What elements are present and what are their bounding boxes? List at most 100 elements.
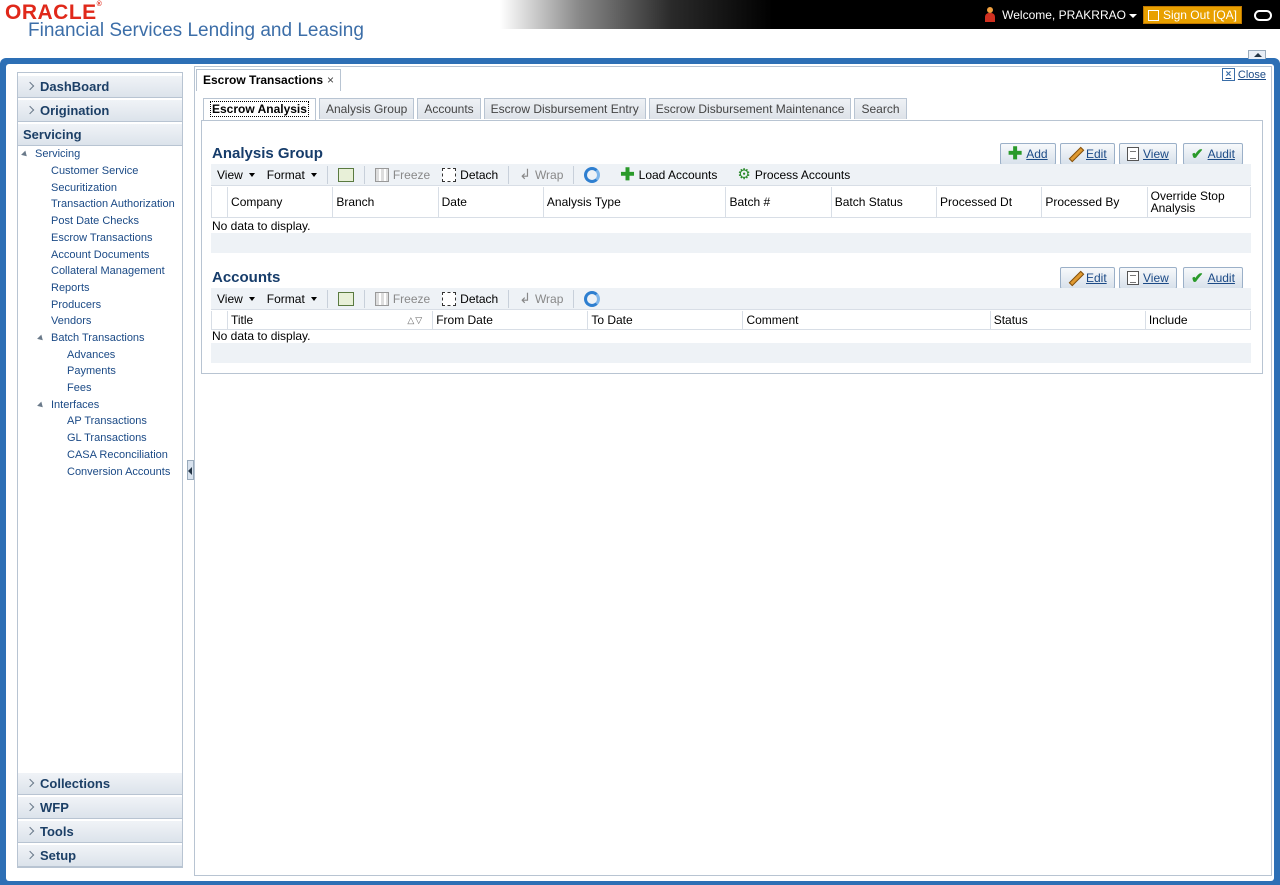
column-header-batch-number[interactable]: Batch # bbox=[725, 187, 832, 218]
accounts-edit-button[interactable]: Edit bbox=[1060, 267, 1115, 289]
column-header-analysis-type[interactable]: Analysis Type bbox=[542, 187, 726, 218]
column-header-branch[interactable]: Branch bbox=[332, 187, 439, 218]
column-header-comment[interactable]: Comment bbox=[742, 311, 991, 330]
tree-item-payments[interactable]: Payments bbox=[67, 365, 116, 377]
wrap-icon: ↲ bbox=[519, 290, 531, 306]
chevron-down-icon bbox=[310, 172, 317, 177]
accounts-audit-button[interactable]: ✔ Audit bbox=[1183, 267, 1243, 289]
column-header-processed-by[interactable]: Processed By bbox=[1041, 187, 1148, 218]
tree-item-fees[interactable]: Fees bbox=[67, 382, 91, 394]
refresh-icon bbox=[584, 166, 601, 183]
toolbar-divider bbox=[363, 289, 365, 308]
tree-item-vendors[interactable]: Vendors bbox=[51, 315, 91, 327]
toolbar-divider bbox=[363, 165, 365, 184]
nav-section-wfp[interactable]: WFP bbox=[18, 796, 182, 819]
format-menu[interactable]: Format bbox=[261, 168, 323, 182]
row-header-cell bbox=[211, 311, 228, 330]
accounts-toolbar: View Format Freeze Detach ↲ Wrap bbox=[211, 288, 1251, 310]
audit-button[interactable]: ✔ Audit bbox=[1183, 143, 1243, 165]
tree-item-interfaces[interactable]: Interfaces bbox=[51, 399, 99, 411]
tab-search[interactable]: Search bbox=[854, 98, 907, 119]
column-header-title[interactable]: Title △▽ bbox=[226, 311, 433, 330]
tab-accounts[interactable]: Accounts bbox=[417, 98, 481, 119]
column-header-company[interactable]: Company bbox=[227, 187, 333, 218]
nav-section-collections[interactable]: Collections bbox=[18, 772, 182, 795]
wrap-button[interactable]: ↲ Wrap bbox=[513, 290, 569, 307]
tree-item-collateral-management[interactable]: Collateral Management bbox=[51, 265, 165, 277]
sort-icon[interactable]: △▽ bbox=[407, 315, 423, 326]
analysis-group-table: Company Branch Date Analysis Type Batch … bbox=[210, 187, 1252, 218]
chevron-right-icon bbox=[25, 81, 35, 91]
tree-item-post-date-checks[interactable]: Post Date Checks bbox=[51, 215, 139, 227]
view-button[interactable]: View bbox=[1119, 143, 1177, 165]
format-menu[interactable]: Format bbox=[261, 292, 323, 306]
document-icon bbox=[1127, 271, 1139, 285]
export-button[interactable] bbox=[332, 167, 360, 182]
column-header-processed-dt[interactable]: Processed Dt bbox=[936, 187, 1042, 218]
tree-item-reports[interactable]: Reports bbox=[51, 282, 90, 294]
refresh-button[interactable] bbox=[578, 290, 606, 307]
tree-item-escrow-transactions[interactable]: Escrow Transactions bbox=[51, 232, 152, 244]
tab-escrow-disbursement-entry[interactable]: Escrow Disbursement Entry bbox=[483, 98, 646, 119]
welcome-menu[interactable]: Welcome, PRAKRRAO bbox=[1002, 8, 1137, 22]
expand-triangle-icon[interactable] bbox=[37, 401, 45, 410]
column-header-batch-status[interactable]: Batch Status bbox=[830, 187, 937, 218]
accounts-view-button[interactable]: View bbox=[1119, 267, 1177, 289]
tree-item-servicing[interactable]: Servicing bbox=[35, 148, 80, 160]
column-header-override-stop-analysis[interactable]: Override Stop Analysis bbox=[1146, 187, 1252, 218]
toolbar-divider bbox=[326, 289, 328, 308]
tree-item-casa-reconciliation[interactable]: CASA Reconciliation bbox=[67, 449, 168, 461]
nav-section-tools[interactable]: Tools bbox=[18, 820, 182, 843]
load-accounts-button[interactable]: ✚ Load Accounts bbox=[614, 166, 723, 183]
collapse-header-button[interactable] bbox=[1248, 50, 1266, 59]
refresh-button[interactable] bbox=[578, 166, 606, 183]
expand-triangle-icon[interactable] bbox=[21, 150, 29, 159]
close-tab-icon[interactable]: × bbox=[327, 73, 334, 87]
detach-button[interactable]: Detach bbox=[436, 291, 504, 306]
tree-item-ap-transactions[interactable]: AP Transactions bbox=[67, 415, 147, 427]
wrap-button[interactable]: ↲ Wrap bbox=[513, 166, 569, 183]
plus-icon: ✚ bbox=[1008, 144, 1023, 163]
column-header-to-date[interactable]: To Date bbox=[587, 311, 743, 330]
add-button[interactable]: ✚ Add bbox=[1000, 143, 1056, 165]
toolbar-divider bbox=[508, 165, 510, 184]
process-accounts-button[interactable]: ⚙ Process Accounts bbox=[731, 165, 856, 183]
tree-item-gl-transactions[interactable]: GL Transactions bbox=[67, 432, 147, 444]
nav-section-origination[interactable]: Origination bbox=[18, 99, 182, 122]
gear-icon: ⚙ bbox=[737, 165, 751, 183]
export-button[interactable] bbox=[332, 291, 360, 306]
tab-escrow-disbursement-maintenance[interactable]: Escrow Disbursement Maintenance bbox=[648, 98, 852, 119]
page-tab-escrow-transactions[interactable]: Escrow Transactions × bbox=[196, 69, 342, 91]
analysis-group-title: Analysis Group bbox=[212, 145, 323, 162]
sign-out-button[interactable]: Sign Out [QA] bbox=[1142, 6, 1242, 24]
nav-section-setup[interactable]: Setup bbox=[18, 844, 182, 867]
toolbar-divider bbox=[508, 289, 510, 308]
accounts-table-footer bbox=[211, 343, 1251, 363]
column-header-status[interactable]: Status bbox=[989, 311, 1146, 330]
column-header-date[interactable]: Date bbox=[437, 187, 544, 218]
tab-analysis-group[interactable]: Analysis Group bbox=[318, 98, 415, 119]
tree-item-producers[interactable]: Producers bbox=[51, 299, 101, 311]
freeze-button[interactable]: Freeze bbox=[369, 291, 436, 306]
tree-item-advances[interactable]: Advances bbox=[67, 349, 115, 361]
view-menu[interactable]: View bbox=[211, 292, 261, 306]
tree-item-conversion-accounts[interactable]: Conversion Accounts bbox=[67, 466, 170, 478]
freeze-button[interactable]: Freeze bbox=[369, 167, 436, 182]
expand-triangle-icon[interactable] bbox=[37, 334, 45, 343]
tree-item-batch-transactions[interactable]: Batch Transactions bbox=[51, 332, 145, 344]
column-header-from-date[interactable]: From Date bbox=[432, 311, 588, 330]
close-page-link[interactable]: × Close bbox=[1221, 68, 1266, 81]
tab-escrow-analysis[interactable]: Escrow Analysis bbox=[203, 98, 316, 121]
edit-button[interactable]: Edit bbox=[1060, 143, 1115, 165]
tree-item-account-documents[interactable]: Account Documents bbox=[51, 249, 149, 261]
tree-item-customer-service[interactable]: Customer Service bbox=[51, 165, 138, 177]
detach-button[interactable]: Detach bbox=[436, 167, 504, 182]
column-header-include[interactable]: Include bbox=[1144, 311, 1252, 330]
tree-item-transaction-authorization[interactable]: Transaction Authorization bbox=[51, 198, 175, 210]
sub-tabs: Escrow Analysis Analysis Group Accounts … bbox=[203, 98, 907, 121]
nav-section-dashboard[interactable]: DashBoard bbox=[18, 75, 182, 98]
tree-item-securitization[interactable]: Securitization bbox=[51, 182, 117, 194]
nav-section-servicing[interactable]: Servicing bbox=[18, 123, 182, 146]
sidebar-collapse-handle[interactable] bbox=[187, 460, 194, 480]
view-menu[interactable]: View bbox=[211, 168, 261, 182]
